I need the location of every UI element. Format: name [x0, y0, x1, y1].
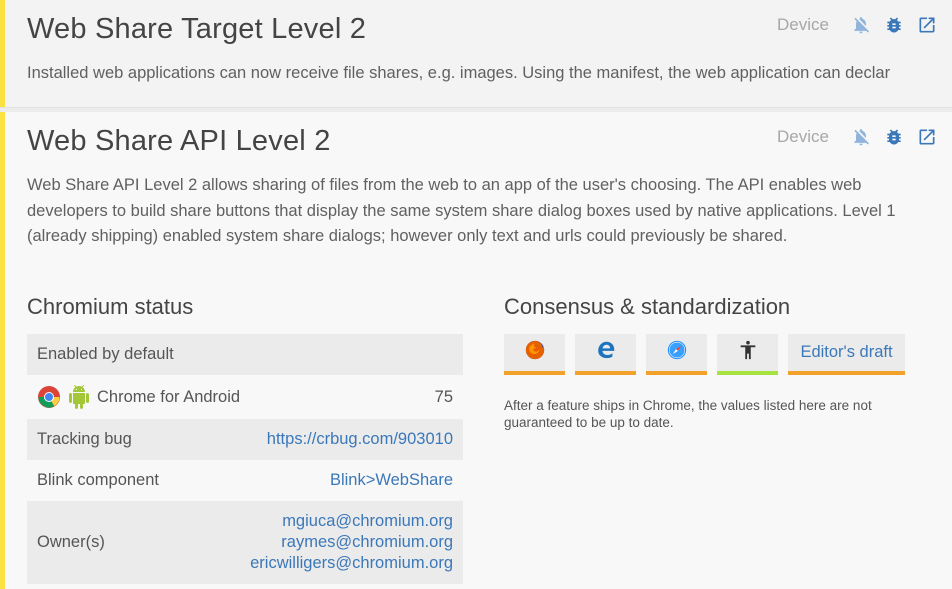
tracking-bug-row: Tracking bug https://crbug.com/903010 [27, 419, 463, 460]
owner-link[interactable]: ericwilligers@chromium.org [250, 553, 453, 574]
notifications-off-icon[interactable] [850, 14, 872, 36]
chromium-status-heading: Chromium status [27, 294, 194, 319]
blink-component-link[interactable]: Blink>WebShare [330, 471, 453, 490]
consensus-signals: Editor's draft [504, 334, 905, 375]
owners-list: mgiuca@chromium.org raymes@chromium.org … [250, 511, 453, 574]
enabled-by-default-label: Enabled by default [37, 345, 174, 363]
feature-card-web-share-target: Web Share Target Level 2 Device Installe… [0, 0, 952, 108]
bug-icon[interactable] [883, 14, 905, 36]
web-developers-signal[interactable] [717, 334, 778, 375]
owners-label: Owner(s) [37, 533, 105, 551]
firefox-signal[interactable] [504, 334, 565, 375]
platform-name: Chrome for Android [97, 387, 241, 406]
feature-title[interactable]: Web Share Target Level 2 [27, 13, 366, 46]
safari-signal[interactable] [646, 334, 707, 375]
feature-actions: Device [777, 126, 938, 148]
feature-summary: Installed web applications can now recei… [27, 64, 891, 82]
feature-actions: Device [777, 14, 938, 36]
open-in-new-icon[interactable] [916, 14, 938, 36]
firefox-icon [524, 339, 546, 366]
feature-title[interactable]: Web Share API Level 2 [27, 125, 331, 158]
notifications-off-icon[interactable] [850, 126, 872, 148]
owners-row: Owner(s) mgiuca@chromium.org raymes@chro… [27, 501, 463, 584]
tracking-bug-link[interactable]: https://crbug.com/903010 [267, 430, 453, 449]
consensus-heading: Consensus & standardization [504, 294, 791, 319]
owner-link[interactable]: mgiuca@chromium.org [282, 511, 453, 532]
open-in-new-icon[interactable] [916, 126, 938, 148]
chromium-status-table: Enabled by default Chrome for Android 75… [27, 334, 463, 584]
chrome-icon [37, 385, 61, 409]
android-icon [67, 385, 91, 409]
platform-row: Chrome for Android 75 [27, 375, 463, 419]
card-accent-bar [0, 112, 5, 589]
blink-component-label: Blink component [37, 471, 159, 489]
consensus-note: After a feature ships in Chrome, the val… [504, 398, 872, 430]
blink-component-row: Blink component Blink>WebShare [27, 460, 463, 501]
edge-signal[interactable] [575, 334, 636, 375]
owner-link[interactable]: raymes@chromium.org [281, 532, 453, 553]
feature-summary: Web Share API Level 2 allows sharing of … [27, 176, 896, 245]
tracking-bug-label: Tracking bug [37, 430, 132, 448]
standard-status-link[interactable]: Editor's draft [788, 334, 905, 375]
device-label: Device [777, 15, 829, 34]
web-developers-icon [737, 339, 759, 366]
safari-icon [666, 339, 688, 366]
device-label: Device [777, 127, 829, 146]
feature-card-web-share-api: Web Share API Level 2 Device Web Share A… [0, 112, 952, 589]
platform-label: Chrome for Android [37, 385, 240, 409]
enabled-by-default-row: Enabled by default [27, 334, 463, 375]
card-accent-bar [0, 0, 5, 107]
edge-icon [595, 339, 617, 366]
bug-icon[interactable] [883, 126, 905, 148]
platform-version: 75 [434, 387, 453, 406]
